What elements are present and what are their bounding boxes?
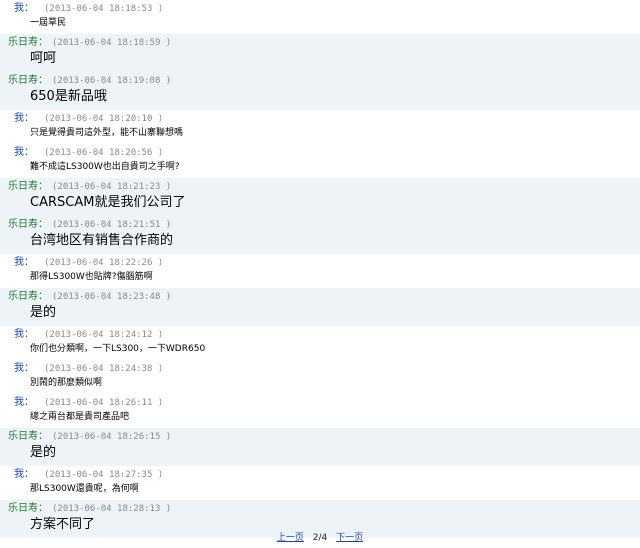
sender-name: 乐日寿：: [8, 219, 48, 230]
message-text: 是的: [30, 305, 57, 320]
message-time: (2013-06-04 18:24:38 ): [44, 364, 164, 374]
chat-log: 我： (2013-06-04 18:18:53 ) 一屆草民乐日寿： (2013-06…: [0, 0, 640, 538]
sender-name: 我：: [14, 363, 34, 374]
sender-name: 乐日寿：: [8, 37, 48, 48]
sender-name: 乐日寿：: [8, 431, 48, 442]
sender-name: 我：: [14, 147, 34, 158]
message-text: 那得LS300W也貼牌?傷腦筋啊: [30, 272, 153, 282]
chat-message: 乐日寿： (2013-06-04 18:21:51 ) 台湾地区有销售合作商的: [0, 216, 640, 254]
message-time: (2013-06-04 18:23:48 ): [52, 292, 172, 302]
message-header: 我： (2013-06-04 18:24:38 ): [0, 362, 640, 376]
message-header: 乐日寿： (2013-06-04 18:21:51 ): [0, 218, 640, 232]
message-time: (2013-06-04 18:19:08 ): [52, 76, 172, 86]
chat-message: 乐日寿： (2013-06-04 18:21:23 ) CARSCAM就是我们公司了: [0, 178, 640, 216]
prev-page-link[interactable]: 上一页: [277, 533, 304, 543]
message-time: (2013-06-04 18:27:35 ): [44, 470, 164, 480]
chat-message: 乐日寿： (2013-06-04 18:19:08 ) 650是新品哦: [0, 72, 640, 110]
page-position: 2/4: [312, 533, 328, 543]
message-text: 別鬧的那麼類似啊: [30, 378, 103, 388]
chat-message: 乐日寿： (2013-06-04 18:26:15 ) 是的: [0, 428, 640, 466]
next-page-link[interactable]: 下一页: [336, 533, 363, 543]
message-header: 我： (2013-06-04 18:26:11 ): [0, 396, 640, 410]
message-header: 乐日寿： (2013-06-04 18:23:48 ): [0, 290, 640, 304]
chat-message: 我： (2013-06-04 18:22:26 ) 那得LS300W也貼牌?傷腦筋啊: [0, 254, 640, 288]
message-header: 我： (2013-06-04 18:20:10 ): [0, 112, 640, 126]
chat-message: 我： (2013-06-04 18:20:56 ) 難不成這LS300W也出自貴司之…: [0, 144, 640, 178]
message-text: 那LS300W還貴呢，為何啊: [30, 484, 139, 494]
chat-message: 乐日寿： (2013-06-04 18:18:59 ) 呵呵: [0, 34, 640, 72]
message-header: 乐日寿： (2013-06-04 18:18:59 ): [0, 36, 640, 50]
message-text: 呵呵: [30, 51, 57, 66]
sender-name: 我：: [14, 257, 34, 268]
message-text: 是的: [30, 445, 57, 460]
chat-message: 我： (2013-06-04 18:24:12 ) 你们也分類啊，一下LS300，一…: [0, 326, 640, 360]
chat-message: 我： (2013-06-04 18:18:53 ) 一屆草民: [0, 0, 640, 34]
message-header: 乐日寿： (2013-06-04 18:26:15 ): [0, 430, 640, 444]
message-header: 我： (2013-06-04 18:18:53 ): [0, 2, 640, 16]
chat-message: 我： (2013-06-04 18:26:11 ) 總之兩台都是貴司產品吧: [0, 394, 640, 428]
pagination: 上一页 2/4 下一页: [0, 531, 640, 545]
message-text: CARSCAM就是我们公司了: [30, 195, 186, 210]
message-time: (2013-06-04 18:21:23 ): [52, 182, 172, 192]
message-time: (2013-06-04 18:21:51 ): [52, 220, 172, 230]
message-header: 乐日寿： (2013-06-04 18:19:08 ): [0, 74, 640, 88]
message-time: (2013-06-04 18:24:12 ): [44, 330, 164, 340]
message-time: (2013-06-04 18:20:10 ): [44, 114, 164, 124]
message-header: 我： (2013-06-04 18:22:26 ): [0, 256, 640, 270]
sender-name: 乐日寿：: [8, 75, 48, 86]
sender-name: 乐日寿：: [8, 503, 48, 514]
message-text: 你们也分類啊，一下LS300，一下WDR650: [30, 344, 206, 354]
message-time: (2013-06-04 18:22:26 ): [44, 258, 164, 268]
sender-name: 我：: [14, 3, 34, 14]
message-time: (2013-06-04 18:18:59 ): [52, 38, 172, 48]
message-header: 乐日寿： (2013-06-04 18:28:13 ): [0, 502, 640, 516]
message-time: (2013-06-04 18:26:15 ): [52, 432, 172, 442]
message-text: 總之兩台都是貴司產品吧: [30, 412, 130, 422]
message-header: 我： (2013-06-04 18:24:12 ): [0, 328, 640, 342]
message-text: 一屆草民: [30, 18, 67, 28]
sender-name: 乐日寿：: [8, 291, 48, 302]
message-time: (2013-06-04 18:18:53 ): [44, 4, 164, 14]
message-text: 只是覺得貴司這外型，能不山寨聯想嗎: [30, 128, 184, 138]
chat-message: 乐日寿： (2013-06-04 18:23:48 ) 是的: [0, 288, 640, 326]
message-time: (2013-06-04 18:26:11 ): [44, 398, 164, 408]
message-text: 難不成這LS300W也出自貴司之手啊?: [30, 162, 180, 172]
sender-name: 我：: [14, 397, 34, 408]
chat-message: 我： (2013-06-04 18:27:35 ) 那LS300W還貴呢，為何啊: [0, 466, 640, 500]
message-time: (2013-06-04 18:20:56 ): [44, 148, 164, 158]
message-text: 台湾地区有销售合作商的: [30, 233, 174, 248]
message-time: (2013-06-04 18:28:13 ): [52, 504, 172, 514]
message-header: 我： (2013-06-04 18:20:56 ): [0, 146, 640, 160]
sender-name: 我：: [14, 113, 34, 124]
message-text: 650是新品哦: [30, 89, 107, 104]
chat-message: 我： (2013-06-04 18:24:38 ) 別鬧的那麼類似啊: [0, 360, 640, 394]
chat-message: 我： (2013-06-04 18:20:10 ) 只是覺得貴司這外型，能不山寨聯想…: [0, 110, 640, 144]
sender-name: 我：: [14, 329, 34, 340]
message-header: 乐日寿： (2013-06-04 18:21:23 ): [0, 180, 640, 194]
sender-name: 乐日寿：: [8, 181, 48, 192]
sender-name: 我：: [14, 469, 34, 480]
message-header: 我： (2013-06-04 18:27:35 ): [0, 468, 640, 482]
